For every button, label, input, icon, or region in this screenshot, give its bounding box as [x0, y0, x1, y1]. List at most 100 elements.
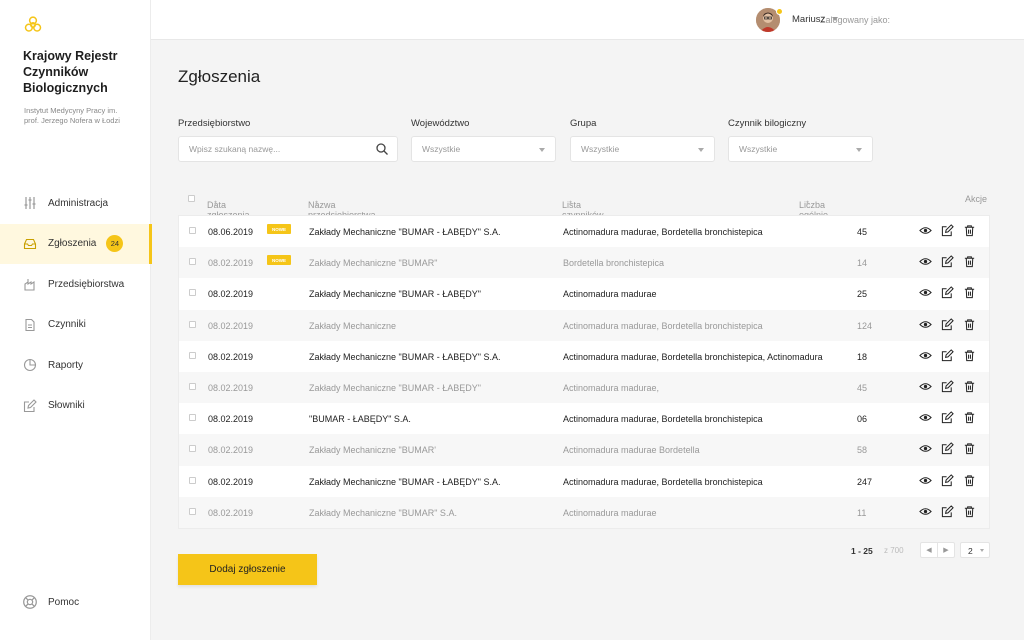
cell-agents: Actinomadura madurae, Bordetella bronchi… [563, 227, 763, 237]
row-actions [919, 255, 976, 268]
group-filter-label: Grupa [570, 118, 597, 129]
delete-trash-icon[interactable] [963, 411, 976, 424]
delete-trash-icon[interactable] [963, 474, 976, 487]
sidebar-item-label: Administracja [48, 197, 109, 209]
sidebar-item-raporty[interactable]: Raporty [0, 345, 151, 386]
voivodeship-select-value: Wszystkie [422, 144, 461, 154]
new-badge: NOWE [267, 255, 291, 266]
pagination-arrows: ◀ ▶ [920, 542, 955, 558]
row-checkbox[interactable] [189, 227, 196, 234]
row-actions [919, 442, 976, 455]
agent-select[interactable]: Wszystkie [728, 136, 873, 162]
row-checkbox[interactable] [189, 382, 196, 390]
sidebar-nav: Administracja Zgłoszenia 24 Przedsiębior… [0, 183, 152, 427]
view-eye-icon[interactable] [919, 442, 932, 455]
row-checkbox[interactable] [189, 289, 196, 297]
table-row[interactable]: 08.02.2019 Zakłady Mechaniczne "BUMAR - … [179, 278, 989, 310]
row-checkbox[interactable] [189, 507, 196, 515]
online-status-dot [776, 8, 783, 15]
cell-exposed: 18 [857, 351, 868, 362]
sidebar-item-label: Raporty [48, 359, 84, 371]
cell-agents: Bordetella bronchistepica [563, 258, 665, 269]
group-select[interactable]: Wszystkie [570, 136, 715, 162]
table-row[interactable]: 08.02.2019 "BUMAR - ŁABĘDY" S.A. Actinom… [179, 403, 989, 435]
cell-exposed: 25 [857, 289, 868, 300]
view-eye-icon[interactable] [919, 318, 932, 331]
row-checkbox[interactable] [189, 445, 196, 453]
delete-trash-icon[interactable] [963, 255, 976, 268]
table-row[interactable]: 08.02.2019 Zakłady Mechaniczne "BUMAR" S… [179, 496, 989, 528]
view-eye-icon[interactable] [919, 286, 932, 299]
table-row[interactable]: 08.02.2019 Zakłady Mechaniczne "BUMAR' A… [179, 434, 989, 466]
new-badge: NOWE [267, 224, 291, 234]
edit-icon[interactable] [941, 380, 954, 393]
column-header-actions: Akcje [965, 194, 988, 204]
company-search-field[interactable] [178, 136, 398, 162]
sidebar-item-label: Czynniki [48, 319, 86, 331]
search-icon[interactable] [375, 142, 389, 156]
row-checkbox[interactable] [189, 320, 196, 328]
table-row[interactable]: 08.02.2019 Zakłady Mechaniczne "BUMAR - … [179, 340, 989, 372]
cell-exposed: 58 [857, 445, 868, 456]
sidebar-item-administracja[interactable]: Administracja [0, 183, 151, 224]
delete-trash-icon[interactable] [963, 380, 976, 393]
edit-icon[interactable] [941, 286, 954, 299]
cell-date: 08.02.2019 [208, 445, 254, 456]
cell-exposed: 45 [857, 227, 868, 237]
table-row[interactable]: 08.06.2019 NOWE Zakłady Mechaniczne "BUM… [179, 216, 989, 248]
page-select[interactable]: 2 [960, 542, 990, 558]
factory-icon [22, 276, 38, 292]
edit-icon[interactable] [941, 255, 954, 268]
sidebar-item-label: Słowniki [48, 400, 85, 412]
view-eye-icon[interactable] [919, 349, 932, 362]
edit-icon[interactable] [941, 473, 954, 487]
pagination-range: 1 - 25 [851, 546, 873, 556]
delete-trash-icon[interactable] [963, 505, 976, 518]
select-all-checkbox[interactable] [188, 195, 195, 202]
table-row[interactable]: 08.02.2019 Zakłady Mechaniczne "BUMAR - … [179, 371, 989, 404]
inbox-icon [22, 236, 38, 252]
row-checkbox[interactable] [189, 476, 196, 484]
agent-select-value: Wszystkie [739, 144, 778, 154]
view-eye-icon[interactable] [919, 255, 932, 268]
sidebar-item-zgloszenia[interactable]: Zgłoszenia 24 [0, 223, 152, 264]
prev-page-chevron-left-icon[interactable]: ◀ [921, 543, 938, 557]
user-menu-chevron-down-icon[interactable] [832, 17, 838, 21]
delete-trash-icon[interactable] [963, 224, 976, 237]
edit-icon[interactable] [941, 348, 954, 362]
voivodeship-select[interactable]: Wszystkie [411, 136, 556, 162]
company-search-input[interactable] [189, 144, 369, 154]
view-eye-icon[interactable] [919, 380, 932, 393]
cell-company: Zakłady Mechaniczne "BUMAR - ŁABĘDY" [309, 382, 481, 393]
view-eye-icon[interactable] [919, 411, 932, 424]
row-actions [919, 224, 976, 237]
view-eye-icon[interactable] [919, 474, 932, 487]
delete-trash-icon[interactable] [963, 349, 976, 362]
edit-icon[interactable] [941, 442, 954, 455]
add-report-button[interactable]: Dodaj zgłoszenie [178, 554, 317, 585]
sliders-icon [22, 195, 38, 211]
edit-icon[interactable] [941, 317, 954, 331]
view-eye-icon[interactable] [919, 505, 932, 518]
delete-trash-icon[interactable] [963, 442, 976, 455]
row-checkbox[interactable] [189, 414, 196, 422]
help-link[interactable]: Pomoc [22, 594, 79, 610]
sidebar-item-przedsiebiorstwa[interactable]: Przedsiębiorstwa [0, 264, 151, 305]
table-row[interactable]: 08.02.2019 Zakłady Mechaniczne "BUMAR - … [179, 465, 989, 497]
delete-trash-icon[interactable] [963, 286, 976, 299]
sidebar-item-slowniki[interactable]: Słowniki [0, 386, 151, 427]
edit-icon[interactable] [941, 411, 954, 424]
cell-agents: Actinomadura madurae, Bordetella bronchi… [563, 320, 763, 331]
edit-icon[interactable] [941, 504, 954, 518]
delete-trash-icon[interactable] [963, 318, 976, 331]
user-name[interactable]: Mariusz [792, 14, 825, 25]
cell-agents: Actinomadura madurae [563, 507, 657, 518]
sidebar-item-czynniki[interactable]: Czynniki [0, 305, 151, 346]
table-row[interactable]: 08.02.2019 Zakłady Mechaniczne Actinomad… [179, 309, 989, 341]
view-eye-icon[interactable] [919, 224, 932, 237]
row-checkbox[interactable] [189, 258, 196, 266]
next-page-chevron-right-icon[interactable]: ▶ [938, 543, 954, 557]
table-row[interactable]: 08.02.2019 NOWE Zakłady Mechaniczne "BUM… [179, 247, 989, 279]
row-checkbox[interactable] [189, 351, 196, 359]
edit-icon[interactable] [941, 224, 954, 237]
